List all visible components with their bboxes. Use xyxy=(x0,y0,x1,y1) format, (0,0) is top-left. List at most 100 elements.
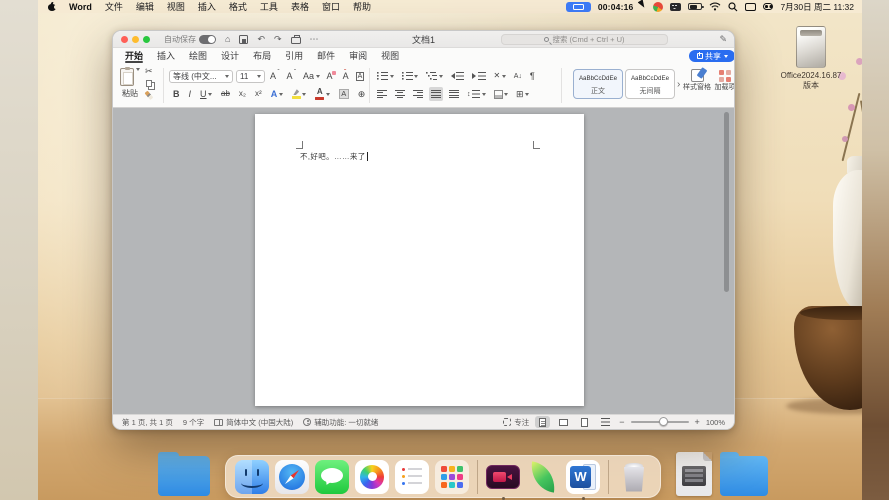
styles-pane-button[interactable]: 样式窗格 xyxy=(683,69,711,92)
style-no-spacing[interactable]: AaBbCcDdEe 无间隔 xyxy=(625,69,675,99)
tab-layout[interactable]: 布局 xyxy=(253,48,271,63)
distributed-button[interactable] xyxy=(447,87,461,101)
addins-button[interactable]: 加载项 xyxy=(711,69,735,92)
view-draft-button[interactable] xyxy=(598,416,613,428)
strikethrough-button[interactable]: ab xyxy=(219,87,232,101)
menubar-clock[interactable]: 7月30日 周二 11:32 xyxy=(780,1,854,13)
dock-messages-icon[interactable] xyxy=(315,460,349,494)
copy-button[interactable] xyxy=(146,80,152,87)
page-info[interactable]: 第 1 页, 共 1 页 xyxy=(122,417,173,428)
bullets-button[interactable] xyxy=(375,69,396,83)
tab-insert[interactable]: 插入 xyxy=(157,48,175,63)
format-painter-button[interactable] xyxy=(145,91,153,100)
control-center-icon[interactable] xyxy=(763,3,773,10)
phonetic-guide-button[interactable]: ˜A xyxy=(341,69,351,83)
menu-item-table[interactable]: 表格 xyxy=(291,0,309,13)
zoom-in-button[interactable]: + xyxy=(695,418,700,427)
document-page[interactable]: 不,好吧。……来了 xyxy=(255,114,584,406)
menu-item-window[interactable]: 窗口 xyxy=(322,0,340,13)
more-toolbar-button[interactable]: ⋯ xyxy=(310,35,319,44)
decrease-indent-button[interactable] xyxy=(449,69,467,83)
increase-indent-button[interactable] xyxy=(470,69,488,83)
tab-references[interactable]: 引用 xyxy=(285,48,303,63)
dock-photos-icon[interactable] xyxy=(355,460,389,494)
spotlight-search-icon[interactable] xyxy=(728,2,738,12)
accessibility-status[interactable]: 辅助功能: 一切就绪 xyxy=(303,417,378,428)
screen-recording-indicator[interactable] xyxy=(566,2,591,12)
grow-font-button[interactable]: Aˆ xyxy=(268,69,282,83)
tab-draw[interactable]: 绘图 xyxy=(189,48,207,63)
superscript-button[interactable]: x² xyxy=(253,87,264,101)
paste-button[interactable]: 粘贴 xyxy=(120,68,140,99)
pointer-icon[interactable] xyxy=(638,0,649,12)
enclose-circle-button[interactable]: ⊕ xyxy=(356,87,368,101)
sort-button[interactable]: A↓ xyxy=(512,69,524,83)
tab-home[interactable]: 开始 xyxy=(125,48,143,63)
font-color-button[interactable]: A xyxy=(313,87,332,101)
dock-screen-recorder-icon[interactable] xyxy=(486,460,520,494)
zoom-slider[interactable] xyxy=(631,421,689,423)
font-name-select[interactable]: 等线 (中文... xyxy=(169,70,233,83)
dock-leaf-app-icon[interactable] xyxy=(526,460,560,494)
undo-button[interactable]: ↶ xyxy=(257,35,265,44)
display-icon[interactable] xyxy=(745,3,756,11)
wifi-icon[interactable] xyxy=(709,2,721,11)
shading-button[interactable] xyxy=(492,87,511,101)
desktop-folder-left[interactable] xyxy=(158,456,210,496)
fullscreen-button[interactable] xyxy=(143,36,150,43)
proofing-language[interactable]: 简体中文 (中国大陆) xyxy=(214,417,293,428)
menu-item-insert[interactable]: 插入 xyxy=(198,0,216,13)
view-web-layout-button[interactable] xyxy=(556,416,571,428)
minimize-button[interactable] xyxy=(132,36,139,43)
desktop-folder-right[interactable] xyxy=(720,456,768,496)
menu-item-format[interactable]: 格式 xyxy=(229,0,247,13)
numbering-button[interactable] xyxy=(400,69,421,83)
dock-launchpad-icon[interactable] xyxy=(435,460,469,494)
vertical-scrollbar[interactable] xyxy=(724,112,729,292)
menu-item-tools[interactable]: 工具 xyxy=(260,0,278,13)
align-left-button[interactable] xyxy=(375,87,389,101)
shrink-font-button[interactable]: Aˇ xyxy=(285,69,299,83)
zoom-level[interactable]: 100% xyxy=(706,418,725,427)
apple-menu-icon[interactable] xyxy=(48,2,56,11)
character-shading-button[interactable]: A xyxy=(337,87,351,101)
close-button[interactable] xyxy=(121,36,128,43)
align-right-button[interactable] xyxy=(411,87,425,101)
zoom-out-button[interactable]: − xyxy=(619,418,624,427)
desktop-office-installer[interactable]: Office2024.16.87 版本 xyxy=(771,26,851,90)
style-normal[interactable]: AaBbCcDdEe 正文 xyxy=(573,69,623,99)
zoom-slider-knob[interactable] xyxy=(659,417,668,426)
dock-trash-icon[interactable] xyxy=(617,460,651,494)
dock-safari-icon[interactable] xyxy=(275,460,309,494)
font-size-select[interactable]: 11 xyxy=(236,70,265,83)
highlight-button[interactable] xyxy=(290,87,309,101)
word-count[interactable]: 9 个字 xyxy=(183,417,204,428)
borders-button[interactable]: ⊞ xyxy=(514,87,531,101)
share-button[interactable]: 共享 xyxy=(689,50,735,62)
change-case-button[interactable]: Aa xyxy=(301,69,322,83)
redo-button[interactable]: ↷ xyxy=(274,35,282,44)
show-marks-button[interactable]: ¶ xyxy=(528,69,537,83)
tab-view[interactable]: 视图 xyxy=(381,48,399,63)
dock-finder-icon[interactable] xyxy=(235,460,269,494)
save-icon[interactable] xyxy=(239,35,248,44)
focus-toggle[interactable]: 专注 xyxy=(503,417,529,428)
tab-mailings[interactable]: 邮件 xyxy=(317,48,335,63)
print-button[interactable] xyxy=(291,37,301,44)
menu-item-help[interactable]: 帮助 xyxy=(353,0,371,13)
menubar-app-name[interactable]: Word xyxy=(69,2,92,12)
ribbon-search-input[interactable]: 搜索 (Cmd + Ctrl + U) xyxy=(501,34,668,45)
autosave-toggle[interactable] xyxy=(199,35,216,44)
view-outline-button[interactable] xyxy=(577,416,592,428)
multilevel-list-button[interactable] xyxy=(424,69,445,83)
styles-more-button[interactable]: › xyxy=(677,79,680,90)
input-method-icon[interactable] xyxy=(653,2,663,12)
edit-mode-icon[interactable]: ✎ xyxy=(719,35,727,44)
bold-button[interactable]: B xyxy=(171,87,182,101)
align-center-button[interactable] xyxy=(393,87,407,101)
battery-icon[interactable] xyxy=(688,3,702,10)
desktop-file[interactable] xyxy=(676,452,712,496)
text-effects-button[interactable]: A xyxy=(269,87,285,101)
view-print-layout-button[interactable] xyxy=(535,416,550,428)
subscript-button[interactable]: x₂ xyxy=(237,87,248,101)
